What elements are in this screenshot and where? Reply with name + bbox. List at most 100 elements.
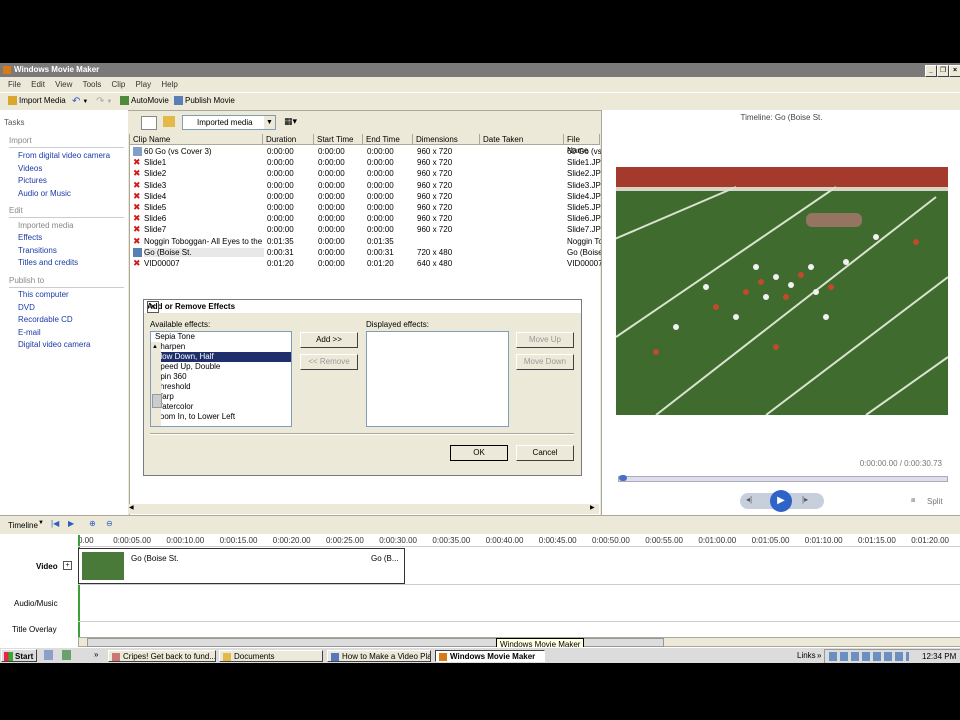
title-overlay-track[interactable] (78, 621, 960, 636)
menu-file[interactable]: File (8, 80, 21, 89)
effect-item[interactable]: Spin 360 (153, 372, 291, 382)
zoom-in-icon[interactable]: ⊕ (89, 519, 96, 528)
previous-frame-icon[interactable]: ◂| (746, 495, 752, 504)
task-effects[interactable]: Effects (18, 233, 42, 242)
available-effects-list[interactable]: Sepia Tone Sharpen Slow Down, Half Speed Up… (150, 331, 292, 427)
effect-item[interactable]: Speed Up, Double (153, 362, 291, 372)
timeline-play-icon[interactable]: ▶ (68, 519, 74, 528)
publish-movie-button[interactable]: Publish Movie (174, 96, 235, 105)
expand-track-icon[interactable]: + (63, 561, 72, 570)
task-imported-media[interactable]: Imported media (18, 221, 74, 230)
next-frame-icon[interactable]: |▸ (802, 495, 808, 504)
task-from-camera[interactable]: From digital video camera (18, 151, 110, 160)
clip-row[interactable]: ✖ Slide3 0:00:00 0:00:00 0:00:00 960 x 720 Sli… (130, 180, 601, 191)
move-up-button[interactable]: Move Up (516, 332, 574, 348)
menu-help[interactable]: Help (161, 80, 177, 89)
displayed-effects-list[interactable] (366, 331, 509, 427)
tasks-toggle-button[interactable] (141, 116, 157, 130)
seek-thumb[interactable] (619, 475, 627, 481)
clip-row[interactable]: ✖ Noggin Toboggan- All Eyes to the ... 0:0… (130, 236, 601, 247)
task-videos[interactable]: Videos (18, 164, 42, 173)
scroll-left-icon[interactable]: ◀ (129, 504, 138, 513)
col-dimensions[interactable]: Dimensions (413, 134, 480, 145)
col-end-time[interactable]: End Time (363, 134, 413, 145)
task-digital-camera[interactable]: Digital video camera (18, 340, 90, 349)
split-button[interactable]: Split (927, 497, 943, 506)
menu-play[interactable]: Play (136, 80, 152, 89)
clip-row[interactable]: ✖ Slide5 0:00:00 0:00:00 0:00:00 960 x 720 Sli… (130, 202, 601, 213)
taskbar-item-howto[interactable]: How to Make a Video Pla... (327, 650, 431, 662)
effect-item[interactable]: Watercolor (153, 402, 291, 412)
timeline-ruler[interactable]: 0.00 0:00:05.00 0:00:10.00 0:00:15.00 0:00:2… (78, 536, 960, 546)
task-dvd[interactable]: DVD (18, 303, 35, 312)
clip-row[interactable]: ✖ Slide7 0:00:00 0:00:00 0:00:00 960 x 720 Sli… (130, 224, 601, 235)
rewind-icon[interactable]: |◀ (51, 519, 59, 528)
scroll-thumb[interactable] (152, 394, 162, 408)
effect-item[interactable]: Sepia Tone (153, 332, 291, 342)
cancel-button[interactable]: Cancel (516, 445, 574, 461)
quicklaunch-more-icon[interactable]: » (94, 650, 98, 659)
clip-row[interactable]: ✖ VID00007 0:01:20 0:00:00 0:01:20 640 x 480 V… (130, 258, 601, 269)
dialog-close-icon[interactable]: × (147, 301, 159, 313)
start-button[interactable]: Start (1, 649, 37, 662)
scroll-right-icon[interactable]: ▶ (590, 504, 599, 513)
clip-row[interactable]: ✖ Slide6 0:00:00 0:00:00 0:00:00 960 x 720 Sli… (130, 213, 601, 224)
view-options-icon[interactable]: ▦▾ (284, 116, 298, 127)
col-start-time[interactable]: Start Time (314, 134, 363, 145)
task-audio-music[interactable]: Audio or Music (18, 189, 71, 198)
undo-button[interactable]: ↶ ▼ (72, 96, 88, 107)
task-pictures[interactable]: Pictures (18, 176, 47, 185)
links-more-icon[interactable]: » (817, 651, 821, 660)
timeline-label[interactable]: Timeline (8, 521, 38, 530)
taskbar-item-cripes[interactable]: Cripes! Get back to fund... (108, 650, 216, 662)
clip-row[interactable]: ✖ Slide2 0:00:00 0:00:00 0:00:00 960 x 720 Sli… (130, 168, 601, 179)
audio-track[interactable] (78, 584, 960, 623)
quicklaunch-icon-2[interactable] (62, 650, 71, 660)
add-effect-button[interactable]: Add >> (300, 332, 358, 348)
clip-list-scrollbar[interactable]: ◀ ▶ (129, 504, 599, 514)
menu-clip[interactable]: Clip (112, 80, 126, 89)
clip-row[interactable]: ✖ Slide1 0:00:00 0:00:00 0:00:00 960 x 720 Sli… (130, 157, 601, 168)
import-media-button[interactable]: Import Media (8, 96, 66, 105)
remove-effect-button[interactable]: << Remove (300, 354, 358, 370)
minimize-button[interactable]: _ (925, 65, 937, 77)
close-button[interactable]: × (949, 65, 960, 77)
effect-item[interactable]: Slow Down, Half (153, 352, 291, 362)
taskbar-item-movie-maker[interactable]: Windows Movie Maker (435, 650, 545, 662)
task-transitions[interactable]: Transitions (18, 246, 57, 255)
effect-item[interactable]: Zoom In, to Lower Left (153, 412, 291, 422)
seek-bar[interactable] (618, 475, 948, 482)
col-date-taken[interactable]: Date Taken (480, 134, 564, 145)
task-email[interactable]: E-mail (18, 328, 41, 337)
ok-button[interactable]: OK (450, 445, 508, 461)
play-icon[interactable]: ▶ (770, 490, 792, 512)
taskbar-item-documents[interactable]: Documents (219, 650, 323, 662)
clip-row[interactable]: Go (Boise St. 0:00:31 0:00:00 0:00:31 720 x … (130, 247, 601, 258)
timeline-dropdown-icon[interactable]: ▼ (38, 520, 44, 526)
automovie-button[interactable]: AutoMovie (120, 96, 169, 105)
restore-button[interactable]: ❐ (937, 65, 949, 77)
col-duration[interactable]: Duration (263, 134, 314, 145)
task-recordable-cd[interactable]: Recordable CD (18, 315, 73, 324)
task-titles-credits[interactable]: Titles and credits (18, 258, 78, 267)
scroll-up-icon[interactable]: ▲ (152, 342, 158, 352)
effect-item[interactable]: Threshold (153, 382, 291, 392)
timeline-video-clip[interactable]: Go (Boise St. Go (B... (78, 548, 405, 584)
menu-tools[interactable]: Tools (83, 80, 102, 89)
clip-row[interactable]: 60 Go (vs Cover 3) 0:00:00 0:00:00 0:00:00 9… (130, 146, 601, 157)
tray-icons[interactable] (829, 652, 909, 661)
move-down-button[interactable]: Move Down (516, 354, 574, 370)
quicklaunch-icon-1[interactable] (44, 650, 53, 660)
scroll-down-icon[interactable]: ▼ (152, 426, 158, 427)
links-toolbar[interactable]: Links (797, 651, 816, 660)
available-effects-scrollbar[interactable]: ▲ ▼ (151, 342, 162, 427)
task-this-computer[interactable]: This computer (18, 290, 69, 299)
menu-view[interactable]: View (55, 80, 72, 89)
redo-button[interactable]: ↷ ▼ (96, 96, 112, 107)
col-file-name[interactable]: File Name (564, 134, 600, 155)
menu-edit[interactable]: Edit (31, 80, 45, 89)
effect-item[interactable]: Warp (153, 392, 291, 402)
collection-dropdown[interactable]: Imported media ▼ (182, 115, 276, 130)
zoom-out-icon[interactable]: ⊖ (106, 519, 113, 528)
effect-item[interactable]: Sharpen (153, 342, 291, 352)
